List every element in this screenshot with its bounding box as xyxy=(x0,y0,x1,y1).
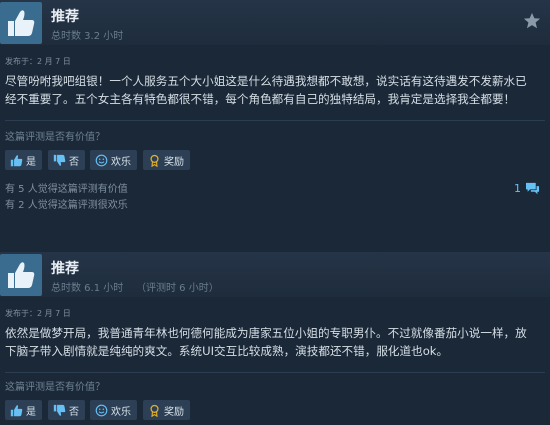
thumbs-down-icon xyxy=(53,404,66,416)
award-button[interactable]: 奖励 xyxy=(143,400,190,420)
thumbs-up-icon xyxy=(10,404,23,416)
award-icon xyxy=(150,404,159,417)
review-body-line: 尽管吩咐我吧组银！一个人服务五个大小姐这是什么待遇我想都不敢想，说实话有这待遇发… xyxy=(5,74,527,88)
helpful-count: 有 5 人觉得这篇评测有价值 xyxy=(5,184,128,195)
thumbs-up-icon xyxy=(10,154,23,166)
vote-no-label: 否 xyxy=(69,156,79,168)
vote-yes-label: 是 xyxy=(26,156,36,168)
vote-no-button[interactable]: 否 xyxy=(48,150,85,170)
recommended-thumb-box xyxy=(0,2,42,44)
helpful-stats: 有 5 人觉得这篇评测有价值 有 2 人觉得这篇评测很欢乐 xyxy=(5,182,128,214)
vote-yes-button[interactable]: 是 xyxy=(5,150,42,170)
review-header: 推荐 总时数 6.1 小时 （评测时 6 小时） xyxy=(0,252,550,297)
recommended-thumb-box xyxy=(0,254,42,296)
review-body: 尽管吩咐我吧组银！一个人服务五个大小姐这是什么待遇我想都不敢想，说实话有这待遇发… xyxy=(5,72,545,108)
divider xyxy=(5,120,545,121)
review-header: 推荐 总时数 3.2 小时 xyxy=(0,0,550,45)
vote-yes-label: 是 xyxy=(26,406,36,418)
recommendation-label: 推荐 xyxy=(51,9,79,25)
vote-funny-button[interactable]: 欢乐 xyxy=(90,150,137,170)
posted-date: 发布于：2 月 7 日 xyxy=(5,309,71,318)
thumbs-up-icon xyxy=(8,10,35,36)
award-label: 奖励 xyxy=(164,406,184,418)
review-body-line: 下脑子带入剧情就是纯纯的爽文。系统UI交互比较成熟，演技都还不错，服化道也ok。 xyxy=(5,344,449,358)
review-body-line: 经不重要了。五个女主各有特色都很不错，每个角色都有自己的独特结局，我肯定是选择我… xyxy=(5,92,516,106)
funny-count: 有 2 人觉得这篇评测很欢乐 xyxy=(5,200,128,211)
review-body: 依然是做梦开局，我普通青年林也何德何能成为唐家五位小姐的专职男仆。不过就像番茄小… xyxy=(5,324,545,360)
review-separator xyxy=(0,238,550,252)
divider xyxy=(5,372,545,373)
smiley-icon xyxy=(95,154,108,166)
playtime: 总时数 3.2 小时 xyxy=(51,31,124,42)
vote-funny-label: 欢乐 xyxy=(111,406,131,418)
vote-funny-label: 欢乐 xyxy=(111,156,131,168)
playtime: 总时数 6.1 小时 （评测时 6 小时） xyxy=(51,283,219,294)
thumbs-down-icon xyxy=(53,154,66,166)
helpful-question: 这篇评测是否有价值？ xyxy=(5,132,105,143)
comment-icon xyxy=(526,182,539,195)
smiley-icon xyxy=(95,404,108,416)
thumbs-up-icon xyxy=(8,262,35,288)
vote-no-label: 否 xyxy=(69,406,79,418)
vote-no-button[interactable]: 否 xyxy=(48,400,85,420)
vote-yes-button[interactable]: 是 xyxy=(5,400,42,420)
comment-link[interactable]: 1 xyxy=(514,182,540,195)
award-label: 奖励 xyxy=(164,156,184,168)
comment-count: 1 xyxy=(514,182,521,195)
helpful-question: 这篇评测是否有价值？ xyxy=(5,382,105,393)
vote-funny-button[interactable]: 欢乐 xyxy=(90,400,137,420)
review-body-line: 依然是做梦开局，我普通青年林也何德何能成为唐家五位小姐的专职男仆。不过就像番茄小… xyxy=(5,326,527,340)
star-icon[interactable] xyxy=(523,12,541,30)
award-button[interactable]: 奖励 xyxy=(143,150,190,170)
award-icon xyxy=(150,154,159,167)
recommendation-label: 推荐 xyxy=(51,261,79,277)
posted-date: 发布于：2 月 7 日 xyxy=(5,57,71,66)
